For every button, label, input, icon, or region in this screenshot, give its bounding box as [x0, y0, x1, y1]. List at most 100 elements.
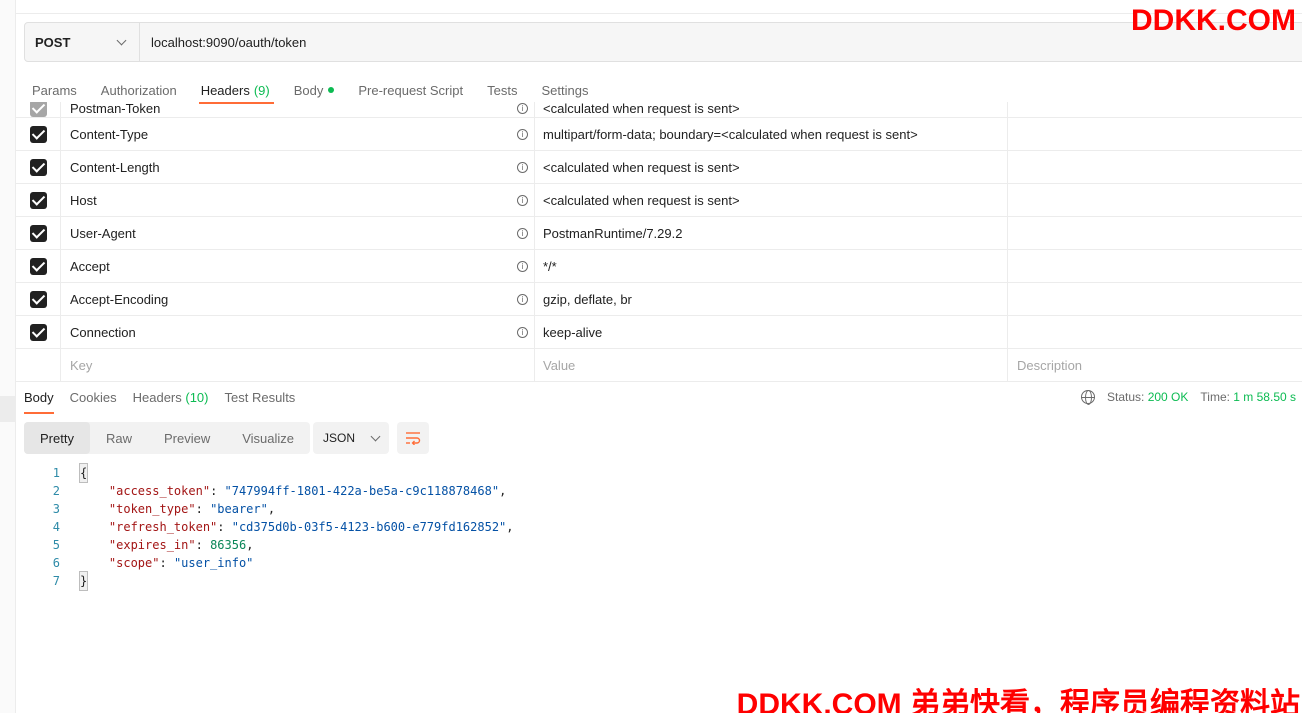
- json-value: "747994ff-1801-422a-be5a-c9c118878468": [224, 484, 500, 498]
- header-value[interactable]: gzip, deflate, br: [543, 292, 632, 307]
- header-value[interactable]: keep-alive: [543, 325, 602, 340]
- info-icon[interactable]: i: [517, 227, 528, 239]
- response-tab-headers[interactable]: Headers (10): [133, 390, 209, 410]
- tab-label: Headers: [200, 82, 250, 98]
- globe-icon[interactable]: [1080, 390, 1095, 405]
- response-tab-cookies[interactable]: Cookies: [70, 390, 117, 410]
- pretty-button[interactable]: Pretty: [24, 422, 90, 454]
- json-value: "user_info": [173, 556, 254, 570]
- info-icon[interactable]: i: [517, 260, 528, 272]
- tab-pre-request-script[interactable]: Pre-request Script: [358, 78, 463, 102]
- header-key[interactable]: Accept-Encoding: [70, 292, 168, 307]
- new-description-input[interactable]: Description: [1017, 358, 1082, 373]
- header-value[interactable]: PostmanRuntime/7.29.2: [543, 226, 682, 241]
- header-value[interactable]: <calculated when request is sent>: [543, 160, 740, 175]
- table-row: Accept i */*: [16, 250, 1302, 283]
- raw-button[interactable]: Raw: [90, 422, 148, 454]
- info-icon[interactable]: i: [517, 128, 528, 140]
- url-bar: POST localhost:9090/oauth/token: [24, 22, 1302, 62]
- code-line: 2 "access_token": "747994ff-1801-422a-be…: [24, 482, 514, 500]
- header-key[interactable]: Accept: [70, 259, 110, 274]
- tab-headers[interactable]: Headers (9): [198, 78, 274, 104]
- url-input[interactable]: localhost:9090/oauth/token: [140, 35, 306, 50]
- tab-authorization[interactable]: Authorization: [101, 78, 177, 102]
- tab-body[interactable]: Body: [294, 78, 335, 102]
- preview-button[interactable]: Preview: [148, 422, 226, 454]
- tab-settings[interactable]: Settings: [541, 78, 588, 102]
- header-description[interactable]: [1008, 217, 1302, 249]
- tab-params[interactable]: Params: [32, 78, 77, 102]
- header-enabled-checkbox[interactable]: [29, 290, 47, 308]
- response-tab-body[interactable]: Body: [24, 390, 54, 414]
- new-value-input[interactable]: Value: [543, 358, 575, 373]
- header-key[interactable]: User-Agent: [70, 226, 136, 241]
- comma: ,: [246, 538, 254, 552]
- table-row: Postman-Token i <calculated when request …: [16, 102, 1302, 118]
- header-key[interactable]: Host: [70, 193, 97, 208]
- info-icon[interactable]: i: [517, 194, 528, 206]
- info-icon[interactable]: i: [517, 102, 528, 114]
- top-divider: [16, 13, 1302, 14]
- watermark-top: DDKK.COM: [1131, 4, 1296, 37]
- tab-label: Test Results: [224, 390, 296, 405]
- response-status-bar: Status: 200 OK Time: 1 m 58.50 s: [1080, 390, 1296, 405]
- json-value: 86356: [210, 538, 247, 552]
- header-description[interactable]: [1008, 250, 1302, 282]
- header-enabled-checkbox[interactable]: [29, 191, 47, 209]
- new-key-input[interactable]: Key: [70, 358, 92, 373]
- header-description[interactable]: [1008, 283, 1302, 315]
- line-number: 3: [52, 502, 60, 516]
- info-icon[interactable]: i: [517, 161, 528, 173]
- header-key[interactable]: Postman-Token: [70, 102, 160, 116]
- header-key[interactable]: Content-Length: [70, 160, 160, 175]
- header-value[interactable]: multipart/form-data; boundary=<calculate…: [543, 127, 918, 142]
- method-select[interactable]: POST: [25, 23, 140, 61]
- info-icon[interactable]: i: [517, 293, 528, 305]
- header-enabled-checkbox[interactable]: [29, 323, 47, 341]
- header-key[interactable]: Content-Type: [70, 127, 148, 142]
- table-row: Host i <calculated when request is sent>: [16, 184, 1302, 217]
- comma: ,: [267, 502, 276, 516]
- header-enabled-checkbox[interactable]: [29, 257, 47, 275]
- header-value[interactable]: */*: [543, 259, 557, 274]
- tab-label: Authorization: [100, 82, 177, 98]
- header-enabled-checkbox[interactable]: [29, 158, 47, 176]
- info-icon[interactable]: i: [517, 326, 528, 338]
- header-enabled-checkbox[interactable]: [29, 125, 47, 143]
- tab-label: Cookies: [69, 390, 117, 405]
- tab-count-badge: (9): [253, 82, 270, 98]
- response-tab-test-results[interactable]: Test Results: [225, 390, 296, 410]
- watermark-bottom: DDKK.COM 弟弟快看，程序员编程资料站: [736, 688, 1300, 713]
- header-description[interactable]: [1008, 118, 1302, 150]
- json-key: "refresh_token": [108, 520, 218, 534]
- line-number: 4: [52, 520, 60, 534]
- header-value[interactable]: <calculated when request is sent>: [543, 193, 740, 208]
- wrap-lines-button[interactable]: [397, 422, 429, 454]
- header-description[interactable]: [1008, 316, 1302, 348]
- status-value[interactable]: 200 OK: [1148, 390, 1189, 404]
- body-status-dot-icon: [328, 87, 335, 93]
- language-select[interactable]: JSON: [313, 422, 389, 454]
- time-value[interactable]: 1 m 58.50 s: [1233, 390, 1296, 404]
- header-value[interactable]: <calculated when request is sent>: [543, 102, 740, 116]
- header-description[interactable]: [1008, 184, 1302, 216]
- tab-label: Body: [24, 390, 54, 405]
- view-mode-group: Pretty Raw Preview Visualize: [24, 422, 311, 454]
- header-enabled-checkbox[interactable]: [29, 102, 47, 117]
- response-body-code[interactable]: 1{ 2 "access_token": "747994ff-1801-422a…: [24, 463, 514, 591]
- table-row: Accept-Encoding i gzip, deflate, br: [16, 283, 1302, 316]
- tab-tests[interactable]: Tests: [487, 78, 517, 102]
- line-number: 5: [52, 538, 60, 552]
- tab-count-badge: (10): [185, 390, 209, 405]
- tab-label: Pre-request Script: [358, 82, 464, 98]
- chevron-down-icon: [370, 431, 381, 441]
- tab-label: Body: [293, 82, 324, 98]
- header-key[interactable]: Connection: [70, 325, 136, 340]
- time-label: Time:: [1200, 390, 1230, 404]
- tab-label: Tests: [487, 82, 518, 98]
- visualize-button[interactable]: Visualize: [226, 422, 310, 454]
- line-number: 7: [52, 574, 60, 588]
- header-enabled-checkbox[interactable]: [29, 224, 47, 242]
- tab-label: Settings: [541, 82, 589, 98]
- header-description[interactable]: [1008, 151, 1302, 183]
